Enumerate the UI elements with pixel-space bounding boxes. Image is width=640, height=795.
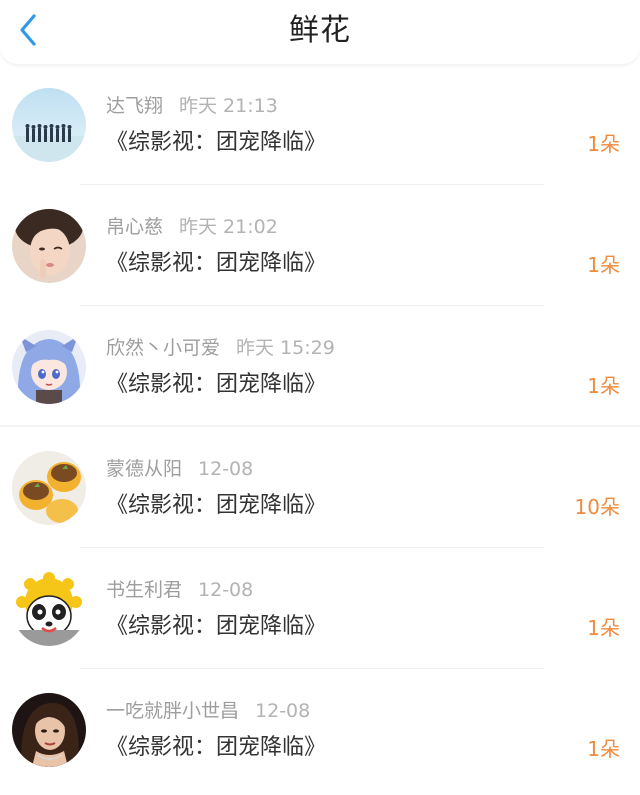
list-item[interactable]: 蒙德从阳 12-08 《综影视：团宠降临》 10朵 bbox=[0, 427, 640, 548]
user-name[interactable]: 书生利君 bbox=[106, 579, 182, 601]
user-name[interactable]: 帛心慈 bbox=[106, 216, 163, 238]
list-item[interactable]: 欣然丶小可爱 昨天 15:29 《综影视：团宠降临》 1朵 bbox=[0, 306, 640, 427]
timestamp: 昨天 21:02 bbox=[179, 216, 278, 238]
book-title-link[interactable]: 《综影视：团宠降临》 bbox=[106, 370, 326, 400]
user-name[interactable]: 蒙德从阳 bbox=[106, 458, 182, 480]
book-title-link[interactable]: 《综影视：团宠降临》 bbox=[106, 612, 326, 642]
anime-girl-avatar[interactable] bbox=[12, 330, 86, 404]
flower-count: 10朵 bbox=[574, 495, 620, 519]
page-title: 鲜花 bbox=[289, 13, 351, 48]
flower-count: 1朵 bbox=[587, 616, 620, 640]
cupcakes-avatar[interactable] bbox=[12, 451, 86, 525]
timestamp: 12-08 bbox=[255, 700, 311, 722]
woman-portrait-avatar[interactable] bbox=[12, 693, 86, 767]
book-title-link[interactable]: 《综影视：团宠降临》 bbox=[106, 128, 326, 158]
top-bar: 鲜花 bbox=[0, 0, 640, 64]
book-title-link[interactable]: 《综影视：团宠降临》 bbox=[106, 491, 326, 521]
flower-count: 1朵 bbox=[587, 737, 620, 761]
user-name[interactable]: 欣然丶小可爱 bbox=[106, 337, 220, 359]
book-title-link[interactable]: 《综影视：团宠降临》 bbox=[106, 249, 326, 279]
timestamp: 12-08 bbox=[198, 579, 254, 601]
list-item[interactable]: 帛心慈 昨天 21:02 《综影视：团宠降临》 1朵 bbox=[0, 185, 640, 306]
timestamp: 昨天 15:29 bbox=[236, 337, 335, 359]
flower-count: 1朵 bbox=[587, 253, 620, 277]
girl-selfie-avatar[interactable] bbox=[12, 209, 86, 283]
book-title-link[interactable]: 《综影视：团宠降临》 bbox=[106, 733, 326, 763]
user-name[interactable]: 达飞翔 bbox=[106, 95, 163, 117]
timestamp: 昨天 21:13 bbox=[179, 95, 278, 117]
timestamp: 12-08 bbox=[198, 458, 254, 480]
list-item[interactable]: 达飞翔 昨天 21:13 《综影视：团宠降临》 1朵 bbox=[0, 64, 640, 185]
list-item[interactable]: 书生利君 12-08 《综影视：团宠降临》 1朵 bbox=[0, 548, 640, 669]
list-item[interactable]: 一吃就胖小世昌 12-08 《综影视：团宠降临》 1朵 bbox=[0, 669, 640, 790]
user-name[interactable]: 一吃就胖小世昌 bbox=[106, 700, 239, 722]
panda-mascot-avatar[interactable] bbox=[12, 572, 86, 646]
group-photo-avatar[interactable] bbox=[12, 88, 86, 162]
flower-count: 1朵 bbox=[587, 132, 620, 156]
flower-list-screen: 鲜花 达飞翔 昨天 21:13 《综影视：团宠降临》 1朵 帛心慈 昨天 21:… bbox=[0, 0, 640, 795]
flower-count: 1朵 bbox=[587, 374, 620, 398]
